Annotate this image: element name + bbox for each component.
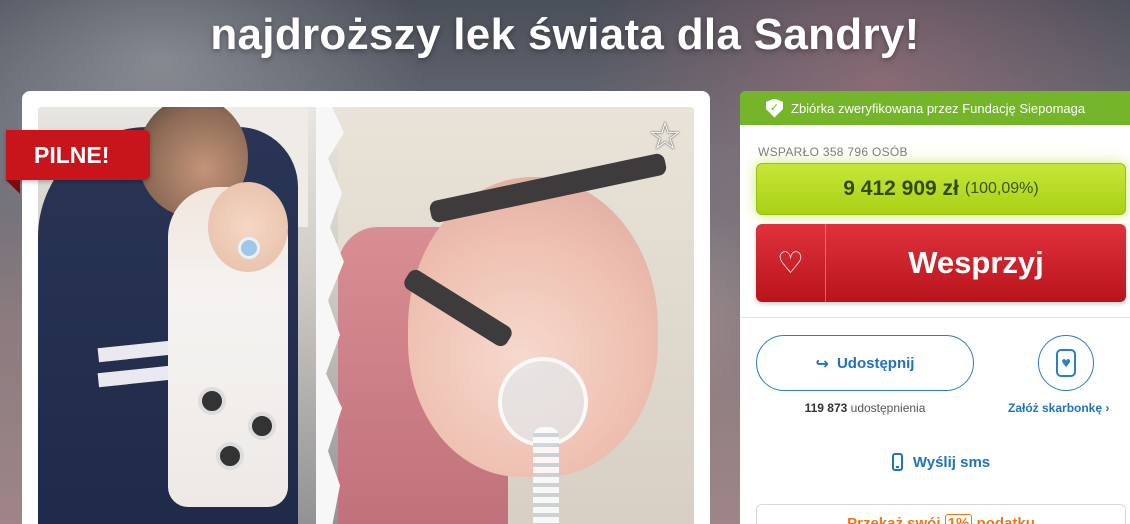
send-sms-label: Wyślij sms [912,453,991,471]
photo-device [216,442,244,470]
support-button-label: Wesprzyj [908,245,1044,280]
photo-device [198,387,226,415]
share-count-suffix: udostępnienia [850,401,926,415]
verified-banner: ✓ Zbiórka zweryfikowana przez Fundację S… [740,91,1130,125]
photo-breathing-tube [533,427,559,524]
urgent-badge: PILNE! [6,130,150,180]
tax-prefix: Przekaż swój [847,515,941,524]
heart-hand-icon: ♡ [756,224,826,302]
tax-percent: 1% [944,514,973,524]
progress-amount-box: 9 412 909 zł (100,09%) [756,163,1126,215]
support-button[interactable]: ♡ Wesprzyj [756,224,1126,302]
photo-pacifier [238,237,260,259]
favorite-star-icon[interactable]: ☆ [644,115,686,157]
raised-amount: 9 412 909 zł [843,177,959,200]
tax-donation-button[interactable]: Przekaż swój 1% podatku [756,504,1126,524]
chevron-right-icon: › [1105,401,1110,415]
share-arrow-icon: ↪ [815,353,829,373]
shield-check-icon: ✓ [766,98,783,118]
create-piggy-bank-label: Załóż skarbonkę [1008,401,1103,415]
page-headline: najdroższy lek świata dla Sandry! [210,10,920,59]
photo-device [248,412,276,440]
share-count-value: 119 873 [804,401,848,415]
phone-icon [891,453,903,471]
urgent-badge-fold [6,180,20,194]
share-count: 119 873 udostępnienia [756,401,974,415]
supporters-count: WSPARŁO 358 796 OSÓB [758,145,908,159]
raised-percent: (100,09%) [964,180,1039,197]
create-piggy-bank-link[interactable]: Załóż skarbonkę › [1008,401,1109,415]
share-button-label: Udostępnij [836,354,915,372]
piggy-bank-button[interactable]: ♥ [1038,335,1094,391]
donation-sidebar: ✓ Zbiórka zweryfikowana przez Fundację S… [740,91,1130,524]
share-button[interactable]: ↪ Udostępnij [756,335,974,391]
verified-label: Zbiórka zweryfikowana przez Fundację Sie… [791,100,1086,116]
piggy-bank-icon: ♥ [1056,349,1076,377]
divider [740,317,1130,318]
photo-right-panel [338,107,694,524]
send-sms-link[interactable]: Wyślij sms [756,453,1126,471]
tax-suffix: podatku [976,515,1035,524]
